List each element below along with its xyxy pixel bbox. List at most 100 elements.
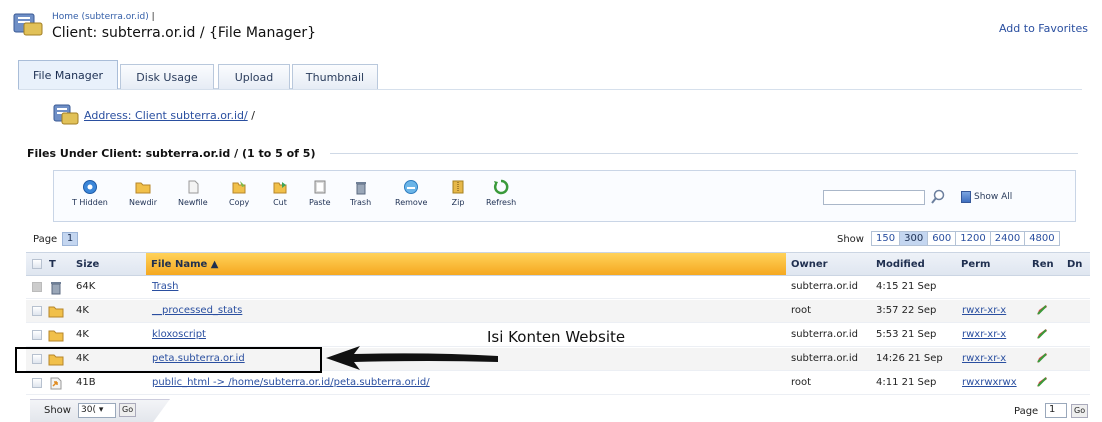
rename-icon[interactable] — [1035, 375, 1049, 389]
tool-newdir[interactable]: Newdir — [129, 179, 157, 207]
remove-icon — [404, 180, 419, 194]
address-folder-icon — [53, 104, 79, 125]
show-2400[interactable]: 2400 — [989, 231, 1026, 246]
footer-page-go-button[interactable]: Go — [1071, 404, 1089, 418]
home-link-text[interactable]: Home (subterra.or.id) — [52, 12, 149, 22]
paste-icon — [314, 180, 326, 194]
col-perm[interactable]: Perm — [961, 259, 990, 270]
cell-size: 4K — [76, 329, 89, 340]
col-file-name[interactable]: File Name ▲ — [151, 259, 218, 270]
new-folder-icon — [135, 182, 151, 194]
select-all-checkbox[interactable] — [32, 259, 42, 269]
address-link[interactable]: Address: Client subterra.or.id/ — [84, 109, 248, 122]
highlight-box — [15, 347, 322, 373]
footer-page-label: Page — [1014, 406, 1039, 417]
rename-icon[interactable] — [1035, 351, 1049, 365]
col-owner[interactable]: Owner — [791, 259, 828, 270]
show-count-options: 150 300 600 1200 2400 4800 — [871, 231, 1060, 246]
search-input[interactable] — [823, 190, 925, 205]
row-checkbox[interactable] — [32, 306, 42, 316]
tool-remove[interactable]: Remove — [395, 179, 427, 207]
show-4800[interactable]: 4800 — [1024, 231, 1060, 246]
page-label: Page — [33, 234, 58, 245]
col-dn: Dn — [1067, 259, 1083, 270]
cell-size: 4K — [76, 305, 89, 316]
cell-file-name[interactable]: __processed_stats — [152, 305, 242, 316]
rename-icon[interactable] — [1035, 327, 1049, 341]
cell-owner: root — [791, 377, 812, 388]
row-checkbox[interactable] — [32, 282, 42, 292]
show-150[interactable]: 150 — [871, 231, 901, 246]
tool-cut[interactable]: Cut — [272, 179, 288, 207]
tab-divider — [18, 89, 1082, 90]
tool-refresh[interactable]: Refresh — [486, 179, 516, 207]
rename-icon[interactable] — [1035, 303, 1049, 317]
show-600[interactable]: 600 — [927, 231, 957, 246]
footer-page-input[interactable]: 1 — [1045, 403, 1067, 418]
cell-owner: subterra.or.id — [791, 353, 858, 364]
tab-upload[interactable]: Upload — [218, 64, 290, 89]
cell-perm[interactable]: rwxr-xr-x — [962, 353, 1006, 364]
cell-perm[interactable]: rwxrwxrwx — [962, 377, 1017, 388]
tool-label: Trash — [350, 198, 372, 207]
tool-paste[interactable]: Paste — [309, 179, 331, 207]
home-link[interactable]: Home (subterra.or.id) | — [52, 12, 155, 22]
cell-modified: 3:57 22 Sep — [876, 305, 937, 316]
breadcrumb-separator: | — [151, 12, 155, 22]
col-size[interactable]: Size — [76, 259, 99, 270]
cell-owner: root — [791, 305, 812, 316]
show-all-button[interactable]: Show All — [974, 192, 1012, 202]
heading-rule — [330, 153, 1078, 154]
add-to-favorites-link[interactable]: Add to Favorites — [999, 22, 1088, 35]
trash-icon — [51, 282, 61, 295]
search-icon[interactable] — [930, 189, 946, 205]
cell-owner: subterra.or.id — [791, 329, 858, 340]
copy-icon — [232, 181, 246, 194]
tool-t-hidden[interactable]: T Hidden — [72, 179, 108, 207]
cell-file-name[interactable]: public_html -> /home/subterra.or.id/peta… — [152, 377, 430, 388]
col-file-name-bg — [146, 253, 786, 275]
page-title: Client: subterra.or.id / {File Manager} — [52, 25, 317, 41]
tool-label: T Hidden — [72, 198, 108, 207]
cell-owner: subterra.or.id — [791, 281, 858, 292]
files-heading: Files Under Client: subterra.or.id / (1 … — [27, 147, 316, 160]
cell-size: 64K — [76, 281, 96, 292]
row-checkbox[interactable] — [32, 378, 42, 388]
cell-modified: 4:15 21 Sep — [876, 281, 937, 292]
tool-label: Zip — [451, 198, 465, 207]
address-bar: Address: Client subterra.or.id/ / — [84, 109, 255, 122]
address-suffix: / — [247, 109, 255, 122]
show-1200[interactable]: 1200 — [955, 231, 991, 246]
file-manager-logo-icon — [13, 13, 43, 36]
cell-perm[interactable]: rwxr-xr-x — [962, 305, 1006, 316]
show-300[interactable]: 300 — [899, 231, 929, 246]
tab-file-manager[interactable]: File Manager — [18, 60, 118, 90]
cell-modified: 14:26 21 Sep — [876, 353, 943, 364]
tool-copy[interactable]: Copy — [229, 179, 249, 207]
zip-icon — [452, 180, 464, 194]
cell-size: 41B — [76, 377, 96, 388]
tool-label: Cut — [273, 198, 287, 207]
footer-show-select[interactable]: 30( ▾ — [78, 403, 116, 418]
tool-trash[interactable]: Trash — [350, 179, 371, 207]
tab-disk-usage[interactable]: Disk Usage — [120, 64, 214, 89]
refresh-icon — [494, 179, 509, 195]
table-row: 4K __processed_stats root 3:57 22 Sep rw… — [26, 300, 1090, 323]
table-row: 41B public_html -> /home/subterra.or.id/… — [26, 372, 1090, 395]
tool-label: Paste — [309, 198, 331, 207]
tool-zip[interactable]: Zip — [450, 179, 466, 207]
footer-go-button[interactable]: Go — [119, 403, 137, 417]
cell-file-name[interactable]: Trash — [152, 281, 178, 292]
col-type[interactable]: T — [49, 259, 56, 270]
symlink-icon — [50, 377, 62, 390]
tool-newfile[interactable]: Newfile — [178, 179, 208, 207]
col-modified[interactable]: Modified — [876, 259, 925, 270]
tool-label: Newfile — [178, 198, 208, 207]
cut-icon — [273, 182, 287, 194]
cell-perm[interactable]: rwxr-xr-x — [962, 329, 1006, 340]
page-number-1[interactable]: 1 — [62, 232, 78, 246]
folder-icon — [48, 330, 64, 342]
cell-file-name[interactable]: kloxoscript — [152, 329, 206, 340]
row-checkbox[interactable] — [32, 330, 42, 340]
tab-thumbnail[interactable]: Thumbnail — [292, 64, 378, 89]
